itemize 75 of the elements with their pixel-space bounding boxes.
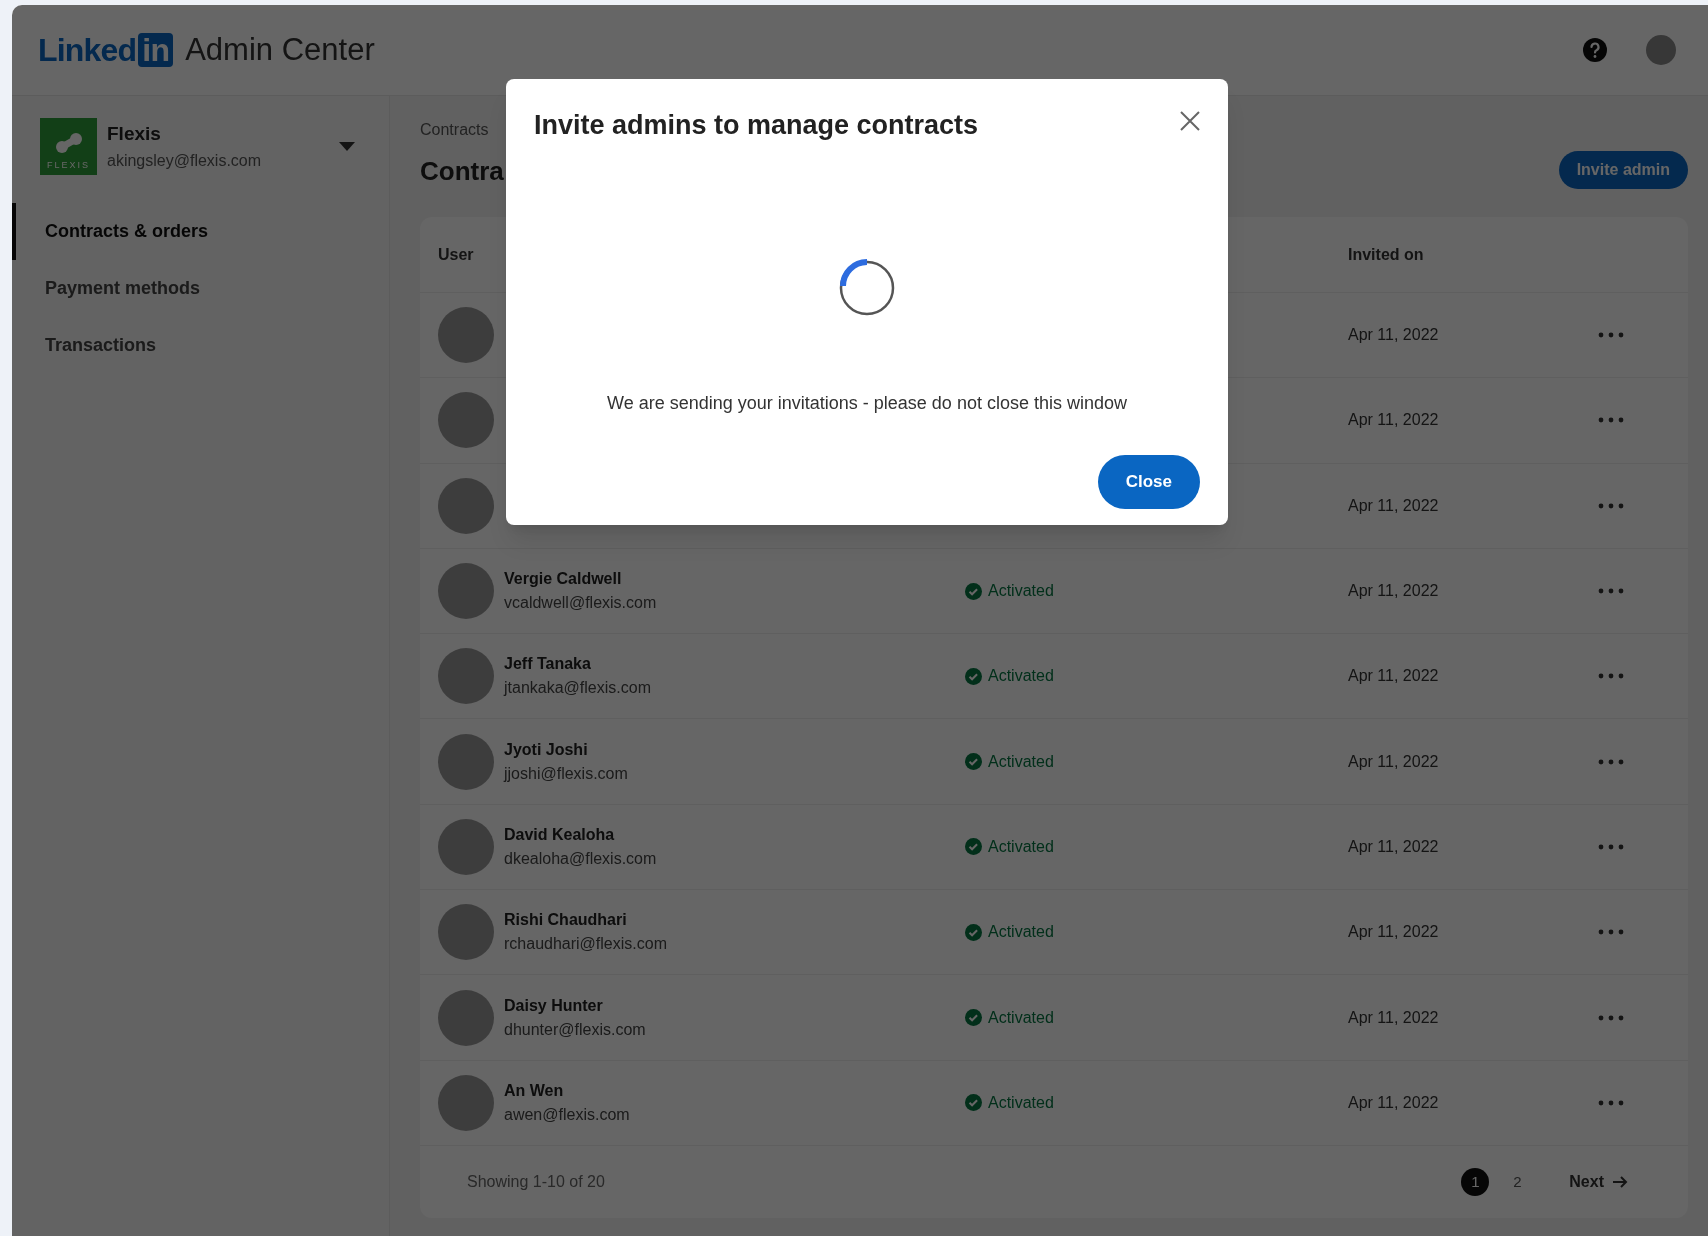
account-name: Flexis — [107, 122, 162, 147]
status-text: Activated — [988, 751, 1054, 772]
check-circle-icon — [965, 838, 982, 856]
link-icon — [53, 131, 84, 154]
user-name: Jeff Tanaka — [504, 654, 592, 675]
close-button[interactable]: Close — [1097, 454, 1200, 509]
more-icon[interactable] — [1598, 1014, 1624, 1021]
check-circle-icon — [965, 582, 982, 600]
product-title: Admin Center — [185, 30, 375, 69]
invited-date: Apr 11, 2022 — [1348, 410, 1440, 431]
loading-spinner-icon — [837, 257, 897, 318]
user-email: jjoshi@flexis.com — [504, 763, 628, 784]
more-icon[interactable] — [1598, 1099, 1624, 1106]
arrow-right-icon — [1612, 1174, 1628, 1189]
status-text: Activated — [988, 836, 1054, 857]
next-button[interactable]: Next — [1569, 1169, 1628, 1194]
user-name: Daisy Hunter — [504, 995, 604, 1016]
invited-date: Apr 11, 2022 — [1348, 325, 1440, 346]
more-icon[interactable] — [1598, 332, 1624, 339]
status-text: Activated — [988, 581, 1054, 602]
page-number[interactable]: 2 — [1503, 1167, 1532, 1196]
status-text: Activated — [988, 1007, 1054, 1028]
user-name: Jyoti Joshi — [504, 739, 589, 760]
status-text: Activated — [988, 1092, 1054, 1113]
dialog-title: Invite admins to manage contracts — [534, 109, 979, 142]
check-circle-icon — [965, 1094, 982, 1112]
invite-admin-button[interactable]: Invite admin — [1558, 151, 1688, 189]
page-number[interactable]: 1 — [1461, 1167, 1490, 1196]
user-email: dhunter@flexis.com — [504, 1019, 646, 1040]
invited-date: Apr 11, 2022 — [1348, 495, 1440, 516]
dialog-message: We are sending your invitations - please do not close this window — [606, 391, 1128, 415]
nav-item[interactable]: Payment methods — [12, 260, 389, 317]
user-name: Vergie Caldwell — [504, 569, 623, 590]
company-logo-text: FLEXIS — [47, 158, 90, 172]
more-icon[interactable] — [1598, 588, 1624, 595]
user-email: vcaldwell@flexis.com — [504, 593, 657, 614]
status-text: Activated — [988, 922, 1054, 943]
status-text: Activated — [988, 666, 1054, 687]
nav-item[interactable]: Transactions — [12, 317, 389, 374]
check-circle-icon — [965, 667, 982, 685]
user-email: dkealoha@flexis.com — [504, 848, 657, 869]
profile-avatar[interactable] — [1646, 35, 1676, 65]
user-email: rchaudhari@flexis.com — [504, 934, 667, 955]
invited-date: Apr 11, 2022 — [1348, 751, 1440, 772]
more-icon[interactable] — [1598, 843, 1624, 850]
column-header: User — [438, 244, 475, 265]
logo-word: Linked — [38, 31, 137, 70]
account-email: akingsley@flexis.com — [107, 150, 262, 171]
user-name: Rishi Chaudhari — [504, 910, 628, 931]
close-icon[interactable] — [1180, 111, 1200, 131]
invited-date: Apr 11, 2022 — [1348, 922, 1440, 943]
check-circle-icon — [965, 753, 982, 771]
breadcrumb[interactable]: Contracts — [420, 118, 504, 142]
check-circle-icon — [965, 1009, 982, 1026]
logo-badge: in — [138, 33, 174, 67]
column-header: Invited on — [1348, 244, 1425, 265]
more-icon[interactable] — [1598, 417, 1624, 424]
user-email: jtankaka@flexis.com — [504, 678, 651, 699]
user-name: An Wen — [504, 1080, 565, 1101]
more-icon[interactable] — [1598, 929, 1624, 936]
invited-date: Apr 11, 2022 — [1348, 1007, 1440, 1028]
caret-icon[interactable] — [339, 142, 355, 151]
user-name: David Kealoha — [504, 824, 616, 845]
more-icon[interactable] — [1598, 758, 1624, 765]
page-title: Contra — [420, 155, 504, 188]
showing-count: Showing 1-10 of 20 — [467, 1171, 605, 1192]
more-icon[interactable] — [1598, 502, 1624, 509]
help-icon[interactable] — [1582, 37, 1608, 63]
invited-date: Apr 11, 2022 — [1348, 836, 1440, 857]
more-icon[interactable] — [1598, 673, 1624, 680]
check-circle-icon — [965, 923, 982, 941]
invited-date: Apr 11, 2022 — [1348, 666, 1440, 687]
invited-date: Apr 11, 2022 — [1348, 581, 1440, 602]
user-email: awen@flexis.com — [504, 1104, 630, 1125]
invited-date: Apr 11, 2022 — [1348, 1092, 1440, 1113]
